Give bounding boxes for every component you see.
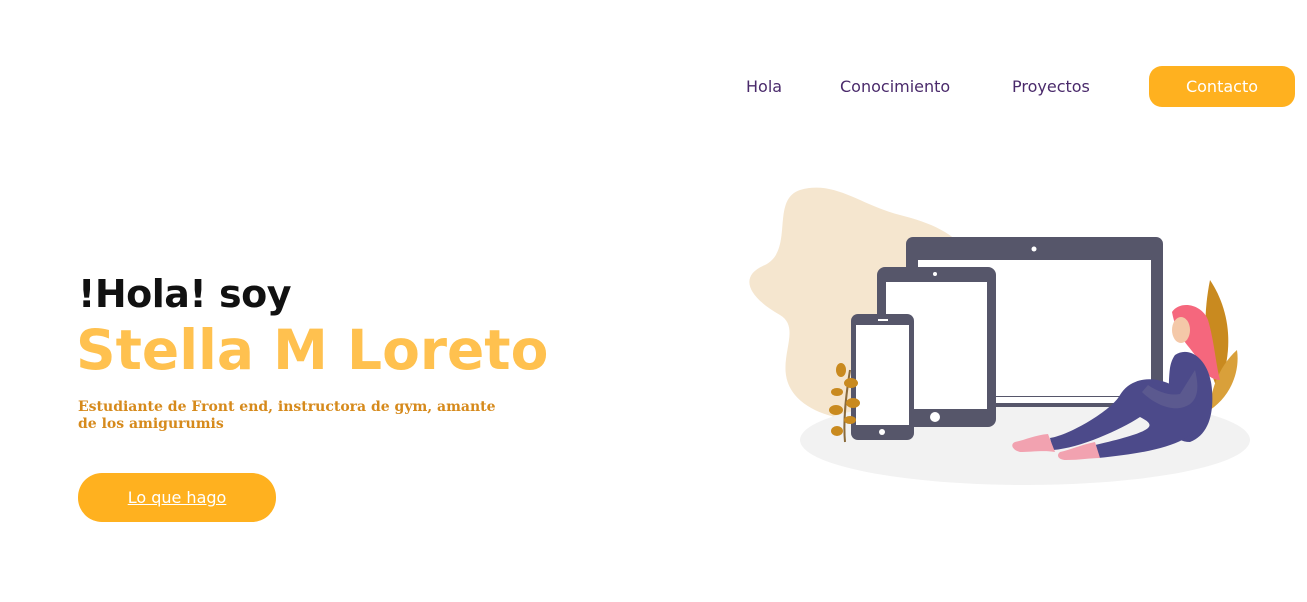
hero-name: Stella M Loreto	[76, 318, 549, 382]
top-navigation: Hola Conocimiento Proyectos Contacto	[0, 33, 1307, 107]
nav-link-proyectos[interactable]: Proyectos	[1012, 77, 1090, 96]
contact-button[interactable]: Contacto	[1149, 66, 1295, 107]
hero-greeting: !Hola! soy	[78, 272, 291, 316]
nav-link-hola[interactable]: Hola	[746, 77, 782, 96]
what-i-do-button[interactable]: Lo que hago	[78, 473, 276, 522]
hero-description: Estudiante de Front end, instructora de …	[78, 399, 496, 432]
devices-person-illustration	[740, 180, 1260, 490]
nav-link-conocimiento[interactable]: Conocimiento	[840, 77, 950, 96]
